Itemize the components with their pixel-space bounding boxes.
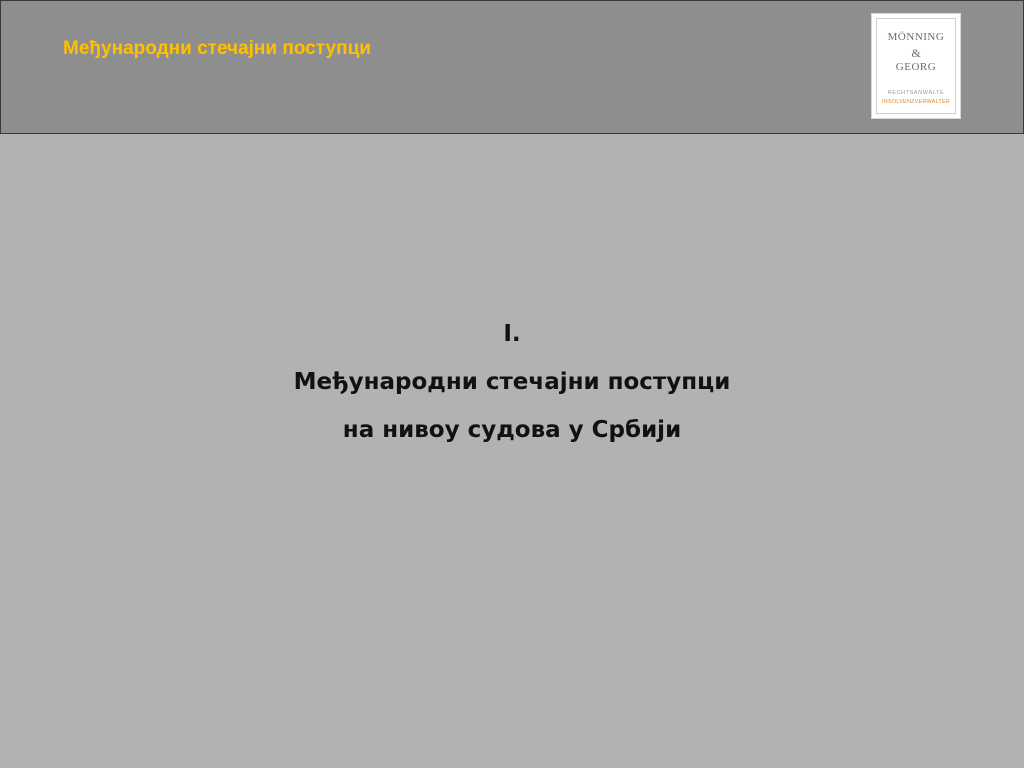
- logo-text-rechtsanwalte: RECHTSANWÄLTE: [887, 90, 945, 96]
- section-title-line-2: на нивоу судова у Србији: [342, 417, 682, 443]
- logo-text-georg: GEORG: [895, 61, 937, 73]
- slide: Међународни стечајни поступци MÖNNING & …: [0, 0, 1024, 768]
- company-logo: MÖNNING & GEORG RECHTSANWÄLTE INSOLVENZV…: [871, 13, 961, 119]
- logo-frame: MÖNNING & GEORG RECHTSANWÄLTE INSOLVENZV…: [876, 18, 956, 114]
- logo-text-ampersand: &: [911, 46, 921, 60]
- logo-text-insolvenzverwalter: INSOLVENZVERWALTER: [882, 99, 950, 105]
- logo-text-monning: MÖNNING: [887, 31, 945, 43]
- header-bar: Међународни стечајни поступци MÖNNING & …: [0, 0, 1024, 134]
- section-number: I.: [503, 321, 521, 347]
- section-title-block: I. Међународни стечајни поступци на ниво…: [0, 310, 1024, 454]
- header-title: Међународни стечајни поступци: [63, 38, 371, 59]
- section-title-line-1: Међународни стечајни поступци: [293, 369, 731, 395]
